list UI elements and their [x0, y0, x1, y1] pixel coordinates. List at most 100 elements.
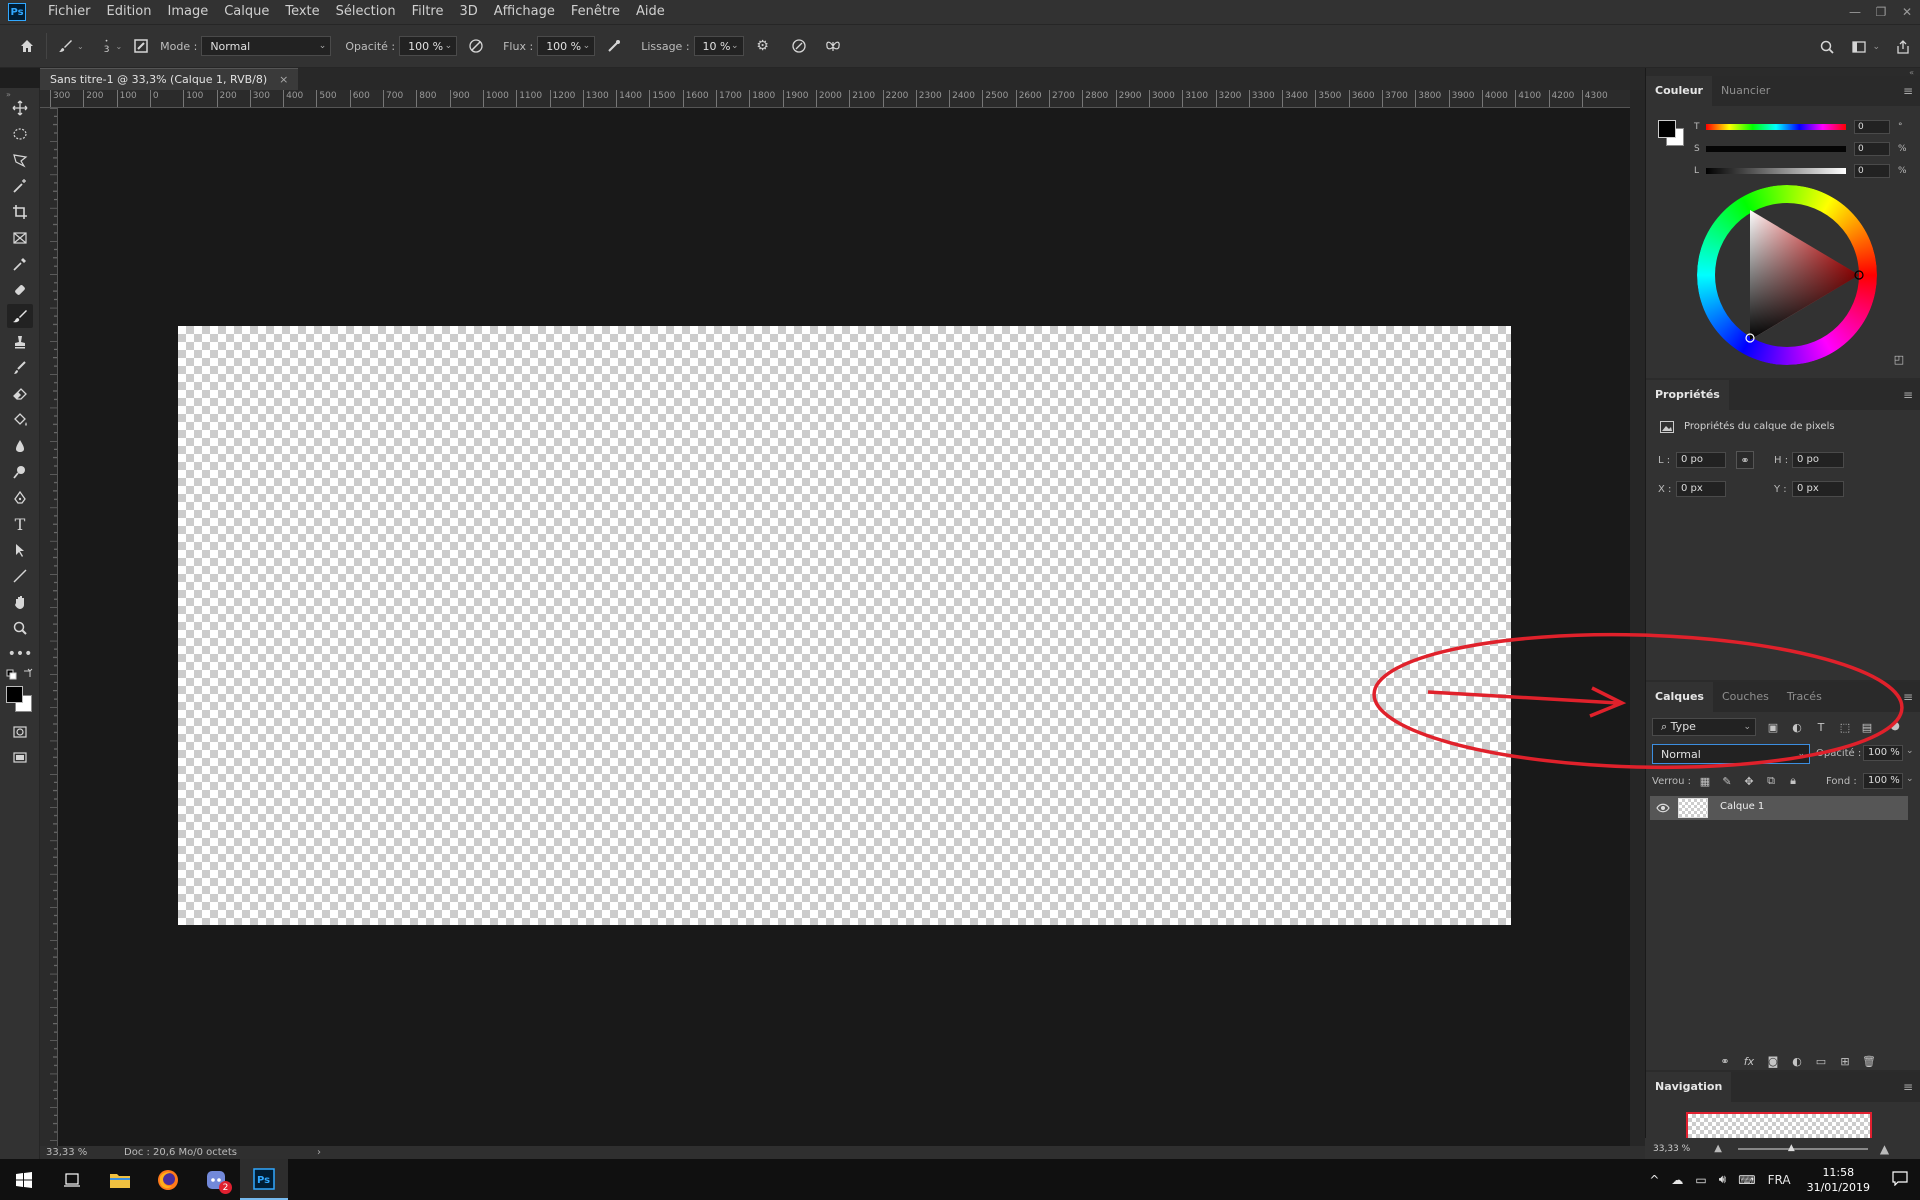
photoshop-taskbar-icon[interactable]: Ps — [240, 1159, 288, 1200]
color-panel-swatches[interactable] — [1658, 120, 1686, 148]
menu-calque[interactable]: Calque — [216, 0, 277, 24]
filter-adjustment-icon[interactable]: ◐ — [1788, 718, 1806, 736]
zoom-slider[interactable]: ▲ — [1737, 1143, 1868, 1153]
flow-input[interactable]: 100 % ⌄ — [537, 36, 596, 56]
action-center-icon[interactable] — [1880, 1170, 1920, 1189]
layer-filter-select[interactable]: ⌕ Type ⌄ — [1652, 718, 1756, 736]
lightness-input[interactable]: 0 — [1854, 164, 1890, 178]
height-field[interactable]: 0 po — [1792, 452, 1844, 468]
mode-select[interactable]: Normal ⌄ — [201, 36, 332, 56]
link-dimensions-icon[interactable]: ⚭ — [1736, 451, 1754, 469]
zoom-level[interactable]: 33,33 % — [40, 1147, 110, 1158]
magic-wand-tool-icon[interactable] — [7, 174, 33, 198]
move-tool-icon[interactable] — [7, 96, 33, 120]
blur-tool-icon[interactable] — [7, 434, 33, 458]
symmetry-butterfly-icon[interactable] — [820, 33, 846, 59]
gear-icon[interactable]: ⚙ — [750, 33, 776, 59]
history-brush-tool-icon[interactable] — [7, 356, 33, 380]
pressure-opacity-icon[interactable] — [463, 33, 489, 59]
polygonal-lasso-tool-icon[interactable] — [7, 148, 33, 172]
hue-slider[interactable]: T 0 ° — [1694, 120, 1903, 134]
frame-tool-icon[interactable] — [7, 226, 33, 250]
network-icon[interactable]: ▭ — [1689, 1173, 1712, 1187]
line-tool-icon[interactable] — [7, 564, 33, 588]
workspace-icon[interactable] — [1846, 34, 1872, 60]
eraser-tool-icon[interactable] — [7, 382, 33, 406]
hand-tool-icon[interactable] — [7, 590, 33, 614]
blend-mode-select[interactable]: Normal ⌄ — [1652, 744, 1810, 764]
mask-icon[interactable]: ◙ — [1764, 1052, 1782, 1070]
close-icon[interactable]: ✕ — [1894, 0, 1920, 24]
search-icon[interactable] — [1814, 34, 1840, 60]
menu-aide[interactable]: Aide — [628, 0, 673, 24]
home-icon[interactable] — [14, 33, 40, 59]
tab-nuancier[interactable]: Nuancier — [1712, 76, 1779, 106]
trash-icon[interactable]: 🗑︎ — [1860, 1052, 1878, 1070]
tab-couches[interactable]: Couches — [1713, 682, 1778, 712]
tab-traces[interactable]: Tracés — [1778, 682, 1831, 712]
tab-navigation[interactable]: Navigation — [1646, 1072, 1732, 1102]
layer-opacity-field[interactable]: 100 % — [1863, 745, 1903, 761]
color-panel-resize-icon[interactable]: ◰ — [1890, 350, 1908, 368]
fill-field[interactable]: 100 % — [1863, 773, 1903, 789]
chevron-down-icon[interactable]: ⌄ — [115, 42, 122, 51]
panel-menu-icon[interactable]: ≡ — [1903, 84, 1913, 98]
menu-edition[interactable]: Edition — [99, 0, 160, 24]
lock-transparency-icon[interactable]: ▦ — [1696, 772, 1714, 790]
close-tab-icon[interactable]: × — [279, 73, 288, 86]
zoom-slider-thumb[interactable]: ▲ — [1788, 1143, 1795, 1153]
width-field[interactable]: 0 po — [1676, 452, 1726, 468]
airbrush-icon[interactable] — [601, 33, 627, 59]
chevron-down-icon[interactable]: ⌄ — [1906, 746, 1914, 756]
volume-icon[interactable]: 🔊︎ — [1713, 1172, 1733, 1187]
x-field[interactable]: 0 px — [1676, 481, 1726, 497]
adjustment-icon[interactable]: ◐ — [1788, 1052, 1806, 1070]
paint-bucket-tool-icon[interactable] — [7, 408, 33, 432]
lightness-track[interactable] — [1706, 168, 1846, 174]
task-view-icon[interactable] — [48, 1159, 96, 1200]
folder-icon[interactable]: ▭ — [1812, 1052, 1830, 1070]
lock-all-icon[interactable]: 🔒︎ — [1784, 772, 1802, 790]
filter-smart-object-icon[interactable]: ▤ — [1858, 718, 1876, 736]
layer-row[interactable]: Calque 1 — [1650, 796, 1908, 820]
menu-filtre[interactable]: Filtre — [404, 0, 452, 24]
panel-menu-icon[interactable]: ≡ — [1903, 388, 1913, 402]
tab-calques[interactable]: Calques — [1646, 682, 1713, 712]
panel-menu-icon[interactable]: ≡ — [1903, 1080, 1913, 1094]
smoothing-input[interactable]: 10 % ⌄ — [693, 36, 744, 56]
menu-image[interactable]: Image — [159, 0, 216, 24]
saturation-track[interactable] — [1706, 146, 1846, 152]
canvas-workspace[interactable] — [58, 108, 1630, 1146]
foreground-color-swatch[interactable] — [6, 686, 23, 703]
type-tool-icon[interactable]: T — [7, 512, 33, 536]
opacity-input[interactable]: 100 % ⌄ — [399, 36, 458, 56]
path-selection-tool-icon[interactable] — [7, 538, 33, 562]
eye-visibility-icon[interactable] — [1654, 799, 1672, 817]
filter-toggle-icon[interactable]: ● — [1886, 716, 1904, 734]
restore-icon[interactable]: ❐ — [1868, 0, 1894, 24]
panel-menu-icon[interactable]: ≡ — [1903, 690, 1913, 704]
menu-fichier[interactable]: Fichier — [40, 0, 99, 24]
windows-start-icon[interactable] — [0, 1159, 48, 1200]
link-icon[interactable]: ⚭ — [1716, 1052, 1734, 1070]
default-colors-icon[interactable] — [6, 668, 34, 682]
document-canvas-transparent[interactable] — [178, 326, 1511, 925]
new-layer-icon[interactable]: ⊞ — [1836, 1052, 1854, 1070]
dodge-tool-icon[interactable] — [7, 460, 33, 484]
share-icon[interactable] — [1890, 34, 1916, 60]
layer-name[interactable]: Calque 1 — [1720, 801, 1764, 812]
lock-pixels-icon[interactable]: ✎ — [1718, 772, 1736, 790]
clone-stamp-tool-icon[interactable] — [7, 330, 33, 354]
quick-mask-icon[interactable] — [7, 720, 33, 744]
pressure-size-icon[interactable] — [786, 33, 812, 59]
lightness-slider[interactable]: L 0 % — [1694, 164, 1907, 178]
screen-mode-icon[interactable] — [7, 746, 33, 770]
zoom-out-icon[interactable]: ▲ — [1714, 1143, 1722, 1154]
status-menu-arrow-icon[interactable]: › — [317, 1147, 321, 1158]
filter-type-icon[interactable]: T — [1812, 718, 1830, 736]
chevron-down-icon[interactable]: ⌄ — [1872, 42, 1880, 52]
navigation-zoom-value[interactable]: 33,33 % — [1653, 1144, 1690, 1154]
menu-fenetre[interactable]: Fenêtre — [563, 0, 628, 24]
crop-tool-icon[interactable] — [7, 200, 33, 224]
minimize-icon[interactable]: — — [1842, 0, 1868, 24]
